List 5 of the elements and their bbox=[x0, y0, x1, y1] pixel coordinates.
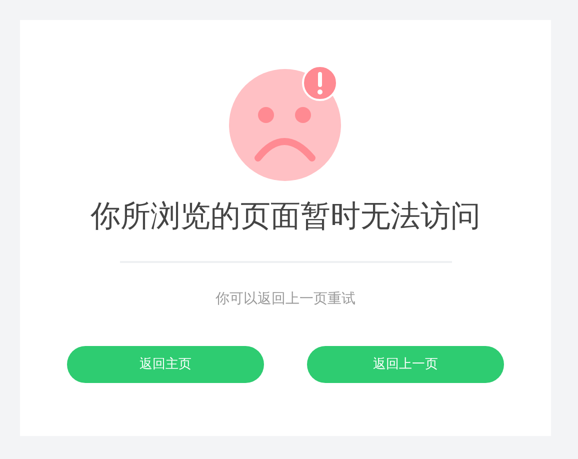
error-title: 你所浏览的页面暂时无法访问 bbox=[90, 198, 480, 236]
back-button[interactable]: 返回主页 bbox=[67, 346, 264, 383]
back-button[interactable]: 返回上一页 bbox=[307, 346, 504, 383]
retry-hint: 你可以返回上一页重试 bbox=[216, 290, 356, 309]
sad-face-icon bbox=[228, 65, 344, 181]
